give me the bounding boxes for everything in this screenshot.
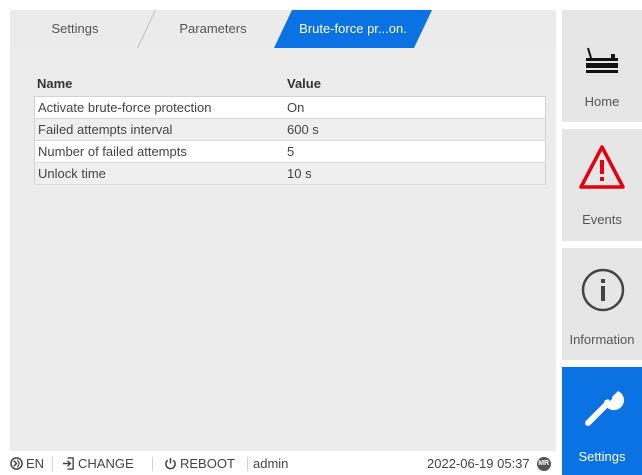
breadcrumb-tabs: Settings Parameters Brute-force pr...on. [10, 10, 556, 48]
user-label: admin [253, 456, 289, 471]
tab-parameters-label: Parameters [179, 21, 247, 36]
warning-triangle-icon [579, 145, 625, 189]
row-name: Failed attempts interval [34, 118, 284, 141]
row-value: 600 s [284, 118, 546, 141]
row-value: On [284, 96, 546, 119]
content-area: Name Value Activate brute-force protecti… [10, 48, 556, 451]
main-panel: Settings Parameters Brute-force pr...on.… [0, 0, 556, 475]
divider [152, 457, 153, 471]
row-value: 10 s [284, 162, 546, 185]
home-device-icon [586, 47, 618, 73]
sidebar-item-home[interactable]: Home [562, 10, 642, 122]
row-name: Activate brute-force protection [34, 96, 284, 119]
sidebar-label-home: Home [584, 94, 620, 109]
table-row[interactable]: Activate brute-force protection On [34, 96, 546, 119]
tab-brute-force-protection[interactable]: Brute-force pr...on. [274, 10, 432, 48]
mr-logo-icon: MR [536, 456, 551, 471]
table-row[interactable]: Number of failed attempts 5 [34, 140, 546, 163]
change-button[interactable]: CHANGE [62, 456, 134, 471]
wrench-icon [585, 391, 624, 426]
tab-settings[interactable]: Settings [10, 10, 140, 48]
sidebar-item-information[interactable]: Information [562, 248, 642, 360]
sidebar-label-events: Events [582, 212, 622, 227]
column-header-name: Name [37, 76, 73, 91]
divider [247, 457, 248, 471]
row-name: Unlock time [34, 162, 284, 185]
datetime-display: 2022-06-19 05:37 MR [427, 456, 551, 471]
login-icon [62, 457, 74, 470]
change-label: CHANGE [78, 456, 134, 471]
language-label: EN [26, 456, 45, 471]
tab-parameters[interactable]: Parameters [150, 10, 276, 48]
sidebar-label-information: Information [569, 332, 635, 347]
sidebar-item-events[interactable]: Events [562, 129, 642, 241]
table-row[interactable]: Failed attempts interval 600 s [34, 118, 546, 141]
sidebar-item-settings[interactable]: Settings [562, 367, 642, 475]
language-selector[interactable]: EN [10, 456, 44, 471]
sidebar-label-settings: Settings [578, 449, 626, 464]
reboot-button[interactable]: REBOOT [164, 456, 235, 471]
parameters-table: Activate brute-force protection On Faile… [34, 96, 546, 185]
info-circle-icon [581, 268, 625, 312]
mr-badge-text: MR [538, 460, 550, 467]
reboot-label: REBOOT [180, 456, 235, 471]
row-name: Number of failed attempts [34, 140, 284, 163]
table-row[interactable]: Unlock time 10 s [34, 162, 546, 185]
current-user: admin [253, 456, 288, 471]
datetime-label: 2022-06-19 05:37 [427, 456, 530, 471]
sidebar-nav: Home Events Information Settings [556, 0, 642, 475]
column-header-value: Value [287, 76, 321, 91]
power-icon [165, 457, 176, 470]
tab-brute-force-label: Brute-force pr...on. [299, 21, 407, 36]
globe-icon [10, 457, 23, 470]
tab-settings-label: Settings [51, 21, 99, 36]
divider [52, 457, 53, 471]
row-value: 5 [284, 140, 546, 163]
status-bar: EN CHANGE REBOOT admin 2022-06-19 05:37 … [10, 451, 556, 475]
